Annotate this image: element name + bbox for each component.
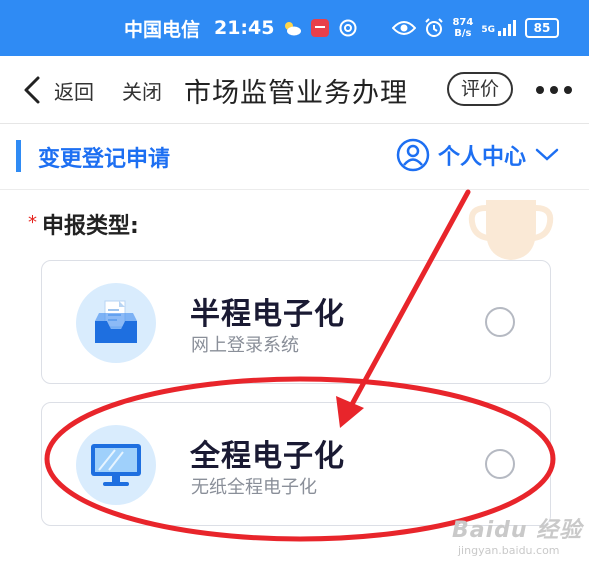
app-notification-icon — [310, 18, 330, 38]
section-accent-bar — [16, 140, 21, 172]
declaration-type-label: 申报类型: — [42, 214, 139, 239]
signal-label: 5G — [481, 25, 495, 35]
net-speed: 874 B/s — [452, 17, 473, 39]
back-arrow-icon[interactable] — [22, 75, 42, 105]
nav-bar: 返回 关闭 市场监管业务办理 评价 — [0, 56, 589, 124]
carrier-label: 中国电信 — [123, 18, 200, 41]
option-radio-button[interactable] — [485, 449, 515, 479]
option-subtitle: 网上登录系统 — [191, 335, 299, 356]
option-full-electronic[interactable]: 全程电子化 无纸全程电子化 — [41, 402, 551, 526]
page-title: 市场监管业务办理 — [184, 78, 408, 109]
option-radio-button[interactable] — [485, 307, 515, 337]
rate-button[interactable]: 评价 — [447, 72, 513, 106]
inbox-tray-icon — [95, 300, 137, 343]
net-speed-value: 874 — [452, 17, 474, 28]
back-button[interactable]: 返回 — [54, 76, 94, 105]
signal-icon: 5G — [481, 20, 517, 36]
watermark: Baidu 经验 jingyan.baidu.com — [452, 512, 582, 557]
at-circle-icon — [338, 18, 358, 38]
chevron-down-icon — [535, 148, 559, 161]
option-subtitle: 无纸全程电子化 — [191, 477, 317, 498]
watermark-main: Baidu 经验 — [452, 518, 583, 543]
option-icon-badge — [76, 283, 156, 363]
eye-icon — [392, 20, 417, 36]
user-avatar-icon — [396, 138, 430, 172]
status-bar: 中国电信 21:45 874 B/s 5G 85 — [0, 0, 589, 56]
more-menu-icon[interactable] — [536, 86, 572, 94]
option-title: 全程电子化 — [190, 439, 345, 474]
net-speed-unit: B/s — [454, 28, 472, 39]
option-title: 半程电子化 — [190, 297, 345, 332]
option-half-electronic[interactable]: 半程电子化 网上登录系统 — [41, 260, 551, 384]
option-icon-badge — [76, 425, 156, 505]
section-title: 变更登记申请 — [38, 147, 171, 172]
watermark-sub: jingyan.baidu.com — [458, 544, 560, 557]
alarm-clock-icon — [424, 18, 444, 38]
user-center-dropdown[interactable]: 个人中心 — [396, 138, 560, 172]
clock: 21:45 — [213, 17, 275, 39]
required-mark: * — [28, 212, 37, 233]
section-header: 变更登记申请 个人中心 — [0, 124, 589, 190]
battery-indicator: 85 — [525, 18, 559, 38]
close-button[interactable]: 关闭 — [122, 76, 162, 105]
monitor-icon — [91, 444, 141, 486]
user-center-label: 个人中心 — [438, 145, 527, 170]
weather-icon — [282, 19, 302, 37]
